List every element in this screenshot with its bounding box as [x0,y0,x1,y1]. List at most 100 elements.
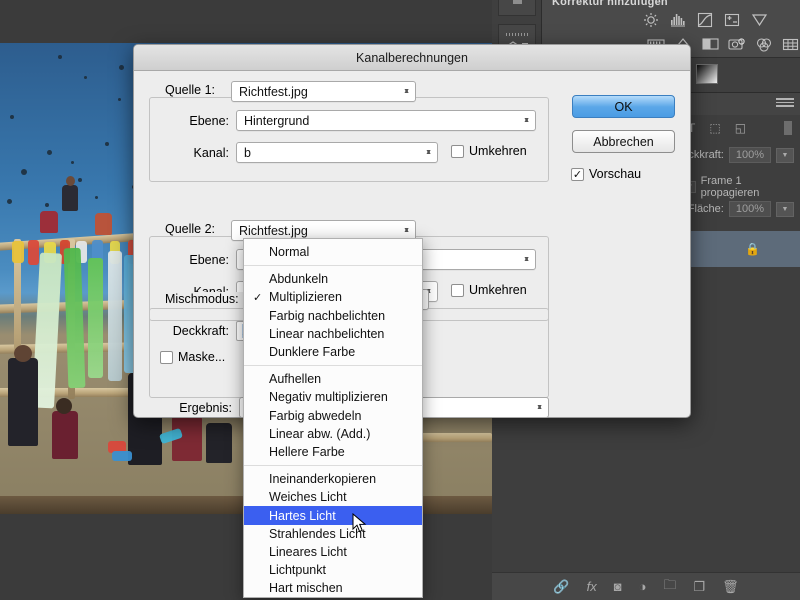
layers-panel-footer: 🔗 fx ◙ ◑ 🗀 ❐ 🗑 [492,572,800,600]
menu-item-linear-nachbelichten[interactable]: Linear nachbelichten [244,325,422,343]
menu-item-ineinanderkopieren[interactable]: Ineinanderkopieren [244,470,422,488]
blend-mask-label: Maske... [178,350,226,364]
source2-file-value: Richtfest.jpg [239,223,308,238]
exposure-icon[interactable] [723,12,741,28]
blend-legend: Mischmodus: [161,292,243,306]
source1-layer-label: Ebene: [189,114,229,128]
source2-layer-label: Ebene: [189,253,229,267]
menu-item-label: Normal [269,245,310,260]
group-icon[interactable]: 🗀 [663,576,676,598]
menu-item-label: Ineinanderkopieren [269,472,377,487]
gradient-swatch[interactable] [696,64,718,84]
ok-button[interactable]: OK [572,95,675,118]
menu-item-label: Farbig abwedeln [269,408,362,423]
preview-checkbox[interactable]: ✓ Vorschau [571,167,641,181]
layer-fill-label: Fläche: [687,203,724,215]
mouse-cursor [352,513,367,533]
source1-layer-select[interactable]: Hintergrund ▲ ▼ [236,110,536,131]
adjustment-icons-row-1 [642,12,768,28]
source1-file-select[interactable]: Richtfest.jpg ▲ ▼ [231,81,416,102]
black-white-icon[interactable] [701,36,719,52]
adjustment-icon[interactable]: ◑ [639,579,647,594]
photo-filter-icon[interactable] [728,36,746,52]
checkbox-box [451,283,464,297]
source2-legend: Quelle 2: [161,222,220,236]
menu-item-lineares-licht[interactable]: Lineares Licht [244,543,422,561]
layer-opacity-value[interactable]: 100% [728,147,771,163]
source1-invert-label: Umkehren [469,144,527,158]
color-lookup-icon[interactable] [782,36,800,52]
menu-item-label: Dunklere Farbe [269,345,356,360]
menu-item-normal[interactable]: Normal [244,243,422,261]
menu-item-label: Negativ multiplizieren [269,390,388,405]
layer-fill-value[interactable]: 100% [728,201,771,217]
delete-icon[interactable]: 🗑 [722,579,739,595]
menu-item-label: Aufhellen [269,372,322,387]
source2-invert-checkbox[interactable]: Umkehren [451,283,527,297]
menu-item-label: Linear nachbelichten [269,326,385,341]
layer-fill-row: Fläche: 100% ▼ [688,201,794,217]
menu-item-label: Weiches Licht [269,490,347,505]
fill-dropdown-icon[interactable]: ▼ [776,201,794,217]
dialog-titlebar[interactable]: Kanalberechnungen [134,45,690,71]
propagate-frame-row: ✓ Frame 1 propagieren [684,175,800,199]
checkbox-box [160,350,173,364]
menu-item-dunklere-farbe[interactable]: Dunklere Farbe [244,343,422,361]
source1-invert-checkbox[interactable]: Umkehren [451,144,527,158]
panel-menu-icon[interactable] [776,98,794,109]
menu-item-label: Farbig nachbelichten [269,308,386,323]
source1-file-value: Richtfest.jpg [239,84,308,99]
layer-opacity-row: Deckkraft: 100% ▼ [674,147,794,163]
menu-item-farbig-abwedeln[interactable]: Farbig abwedeln [244,407,422,425]
cancel-button[interactable]: Abbrechen [572,130,675,153]
channel-mixer-icon[interactable] [755,36,773,52]
mask-icon[interactable]: ◙ [614,579,622,594]
opacity-dropdown-icon[interactable]: ▼ [776,147,794,163]
menu-separator [244,265,422,267]
result-label: Ergebnis: [179,401,232,415]
menu-item-hartes-licht[interactable]: Hartes Licht [244,506,422,525]
preview-label: Vorschau [589,167,642,181]
menu-item-label: Hellere Farbe [269,444,345,459]
fx-icon[interactable]: fx [587,579,597,594]
new-layer-icon[interactable]: ❐ [693,579,705,595]
source1-legend: Quelle 1: [161,83,220,97]
menu-item-hart-mischen[interactable]: Hart mischen [244,579,422,597]
brightness-contrast-icon[interactable] [642,12,660,28]
menu-item-lichtpunkt[interactable]: Lichtpunkt [244,561,422,579]
source1-layer-value: Hintergrund [244,113,310,128]
photoshop-workspace: Korrektur hinzufügen T ⬚ ◱ Deckkraft: 10… [0,0,800,600]
link-icon[interactable]: 🔗 [553,579,569,595]
menu-item-negativ-multiplizieren[interactable]: Negativ multiplizieren [244,388,422,406]
lock-all-icon[interactable] [784,121,792,135]
menu-item-abdunkeln[interactable]: Abdunkeln [244,270,422,288]
menu-item-linear-abw-add[interactable]: Linear abw. (Add.) [244,425,422,443]
menu-item-label: Multiplizieren [269,290,342,305]
levels-icon[interactable] [669,12,687,28]
blend-opacity-label: Deckkraft: [172,324,229,338]
layer-icon[interactable]: ◱ [735,121,746,135]
adjustments-panel-title: Korrektur hinzufügen [552,0,668,8]
menu-item-label: Hart mischen [269,581,343,596]
check-icon: ✓ [253,291,263,304]
menu-item-aufhellen[interactable]: Aufhellen [244,370,422,388]
checkbox-box [451,144,464,158]
menu-item-hellere-farbe[interactable]: Hellere Farbe [244,443,422,461]
lock-icon: 🔒 [745,242,760,256]
swatch-panel [678,58,800,92]
menu-item-strahlendes-licht[interactable]: Strahlendes Licht [244,525,422,543]
menu-item-farbig-nachbelichten[interactable]: Farbig nachbelichten [244,307,422,325]
menu-item-weiches-licht[interactable]: Weiches Licht [244,488,422,506]
source1-channel-select[interactable]: b ▲ ▼ [236,142,438,163]
curves-icon[interactable] [696,12,714,28]
menu-item-label: Hartes Licht [269,508,336,523]
vibrance-icon[interactable] [750,12,768,28]
blend-mask-checkbox[interactable]: Maske... [160,350,225,364]
menu-item-label: Lineares Licht [269,544,347,559]
transform-icon[interactable]: ⬚ [709,121,720,135]
blend-mode-dropdown-menu[interactable]: Normal Abdunkeln ✓ Multiplizieren Farbig nac… [243,238,423,599]
source2-invert-label: Umkehren [469,283,527,297]
tool-cell-top[interactable] [498,0,536,16]
menu-item-multiplizieren[interactable]: ✓ Multiplizieren [244,288,422,306]
propagate-frame-label: Frame 1 propagieren [700,175,760,199]
